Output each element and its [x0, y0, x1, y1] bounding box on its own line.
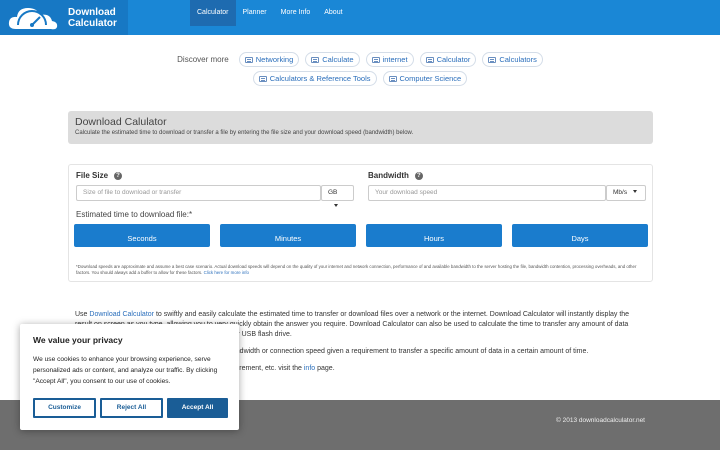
customize-button[interactable]: Customize	[33, 398, 96, 418]
chip-calculators-reference-tools[interactable]: Calculators & Reference Tools	[252, 71, 377, 86]
chip-calculators[interactable]: Calculators	[482, 52, 543, 67]
discover-more-bar: Discover more Networking Calculate inter…	[0, 52, 720, 90]
chip-label: Calculators & Reference Tools	[269, 74, 371, 83]
info-link[interactable]: info	[304, 365, 315, 372]
nav-calculator[interactable]: Calculator	[190, 0, 236, 26]
bandwidth-unit-value: Mb/s	[613, 189, 628, 196]
intro-paragraph-tail: k or USB flash drive.	[228, 331, 292, 338]
chip-calculate[interactable]: Calculate	[305, 52, 360, 67]
intro-pre: Use	[75, 311, 88, 318]
file-size-input[interactable]: Size of file to download or transfer	[76, 185, 321, 201]
reject-all-button[interactable]: Reject All	[100, 398, 163, 418]
download-calculator-link[interactable]: Download Calculator	[89, 311, 154, 318]
hours-result[interactable]: Hours	[366, 224, 502, 247]
bandwidth-label: Bandwidth?	[368, 171, 423, 180]
chip-label: internet	[382, 55, 408, 64]
cookie-buttons: Customize Reject All Accept All	[33, 398, 228, 418]
discover-label: Discover more	[177, 55, 229, 64]
nav-more-info[interactable]: More Info	[274, 0, 318, 26]
list-icon	[425, 56, 434, 63]
file-size-unit-select[interactable]: GB	[321, 185, 354, 207]
disclaimer-note: *Download speeds are approximate and ass…	[76, 264, 646, 275]
chip-label: Calculator	[436, 55, 471, 64]
list-icon	[244, 56, 253, 63]
page-title: Download Calulator	[75, 116, 167, 128]
list-icon	[388, 75, 397, 82]
brand-line-1: Download	[68, 7, 116, 18]
cloud-speedometer-icon	[8, 8, 58, 30]
bandwidth-unit-select[interactable]: Mb/s	[606, 185, 646, 201]
calculator-panel: File Size? Size of file to download or t…	[68, 164, 653, 282]
calculator-title-box: Download Calulator Calculate the estimat…	[68, 111, 653, 144]
more-info-link[interactable]: Click here for more info	[204, 270, 249, 275]
chip-calculator[interactable]: Calculator	[419, 52, 477, 67]
chip-label: Networking	[255, 55, 294, 64]
bandwidth-label-text: Bandwidth	[368, 171, 409, 180]
list-icon	[371, 56, 380, 63]
caret-down-icon	[633, 190, 638, 193]
list-icon	[311, 56, 320, 63]
file-size-label: File Size?	[76, 171, 123, 180]
file-size-label-text: File Size	[76, 171, 109, 180]
brand-logo[interactable]: Download Calculator	[0, 0, 128, 35]
cookie-consent-dialog: We value your privacy We use cookies to …	[20, 324, 239, 430]
days-result[interactable]: Days	[512, 224, 648, 247]
chip-computer-science[interactable]: Computer Science	[382, 71, 468, 86]
info-post: page.	[317, 365, 335, 372]
info-paragraph: asurement, etc. visit the info page.	[228, 364, 638, 374]
cookie-title: We value your privacy	[33, 335, 123, 345]
discover-row-2: Calculators & Reference Tools Computer S…	[0, 71, 720, 86]
chip-label: Calculate	[322, 55, 354, 64]
nav-about[interactable]: About	[317, 0, 349, 26]
cookie-text: We use cookies to enhance your browsing …	[33, 356, 218, 386]
nav-planner[interactable]: Planner	[236, 0, 274, 26]
top-header: Download Calculator Calculator Planner M…	[0, 0, 720, 35]
chip-networking[interactable]: Networking	[238, 52, 300, 67]
accept-all-button[interactable]: Accept All	[167, 398, 228, 418]
estimated-time-label: Estimated time to download file:*	[76, 210, 193, 219]
page-subtitle: Calculate the estimated time to download…	[75, 130, 414, 136]
help-icon[interactable]: ?	[414, 172, 423, 180]
bandwidth-input[interactable]: Your download speed	[368, 185, 606, 201]
info-pre: asurement, etc. visit the	[228, 365, 302, 372]
planner-paragraph: bandwidth or connection speed given a re…	[228, 348, 589, 355]
chip-internet[interactable]: internet	[365, 52, 414, 67]
minutes-result[interactable]: Minutes	[220, 224, 356, 247]
chip-label: Computer Science	[399, 74, 462, 83]
seconds-result[interactable]: Seconds	[74, 224, 210, 247]
discover-row-1: Discover more Networking Calculate inter…	[0, 52, 720, 67]
disclaimer-text: *Download speeds are approximate and ass…	[76, 264, 637, 275]
list-icon	[488, 56, 497, 63]
brand-line-2: Calculator	[68, 18, 117, 29]
brand-name: Download Calculator	[68, 7, 117, 29]
help-icon[interactable]: ?	[114, 172, 123, 180]
file-size-unit-value: GB	[328, 189, 338, 196]
list-icon	[258, 75, 267, 82]
caret-down-icon	[334, 204, 338, 207]
main-nav: Calculator Planner More Info About	[190, 0, 350, 35]
copyright-text: © 2013 downloadcalculator.net	[556, 417, 645, 424]
chip-label: Calculators	[499, 55, 537, 64]
